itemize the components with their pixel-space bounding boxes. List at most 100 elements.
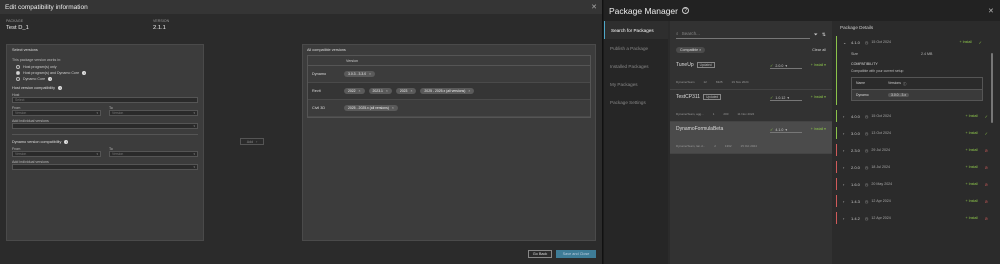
dynamo-individual-select[interactable]: ▾	[12, 163, 198, 170]
version-chip: 2025 - 2025.x (all versions) ×	[420, 88, 475, 94]
install-button[interactable]: + Install	[966, 114, 979, 118]
updated-tag: Updated	[703, 94, 722, 100]
info-icon[interactable]: i	[48, 77, 53, 81]
install-button[interactable]: + Install	[960, 40, 973, 44]
select-title: Select versions	[12, 48, 38, 52]
radio-host-only[interactable]: Host program(s) only	[16, 65, 198, 69]
remove-icon[interactable]: ×	[410, 89, 412, 93]
version-number: 2.3.0	[851, 147, 860, 153]
col-versions: Versions	[888, 81, 902, 85]
host-select[interactable]: Select	[12, 97, 198, 103]
radio-icon[interactable]	[16, 77, 20, 81]
radio-host-and-core[interactable]: Host program(s) and Dynamo Core i	[16, 71, 198, 75]
version-row[interactable]: › 4.0.0 ◷ 15 Oct 2024 + Install ✓	[836, 110, 994, 122]
search-input[interactable]: ⌕ Search...	[676, 31, 810, 39]
chevron-right-icon[interactable]: ›	[843, 199, 851, 204]
info-icon[interactable]: i	[82, 71, 87, 75]
install-button[interactable]: + Install	[966, 148, 979, 152]
version-select[interactable]: ✓ 2.0.0 ▾	[770, 63, 802, 69]
radio-icon[interactable]	[16, 71, 20, 75]
go-back-button[interactable]: Go Back	[528, 250, 552, 258]
close-icon[interactable]: ✕	[988, 7, 995, 15]
dynamo-to-select[interactable]: Version ▾	[109, 150, 198, 157]
package-item[interactable]: TestCP311 Updated ✓ 1.0.12 ▾ + Install ▾ Dy…	[670, 90, 832, 122]
scrollbar[interactable]	[991, 53, 993, 123]
radio-core-only[interactable]: Dynamo Core i	[16, 77, 198, 81]
filter-icon[interactable]: ⏷	[814, 32, 818, 38]
version-row[interactable]: › 2.3.0 ◷ 29 Jul 2024 + Install ⊘	[836, 144, 994, 156]
sort-icon[interactable]: ⇅	[822, 32, 826, 38]
install-label: Install	[968, 199, 978, 203]
version-chip: 2023.1 ×	[368, 88, 392, 94]
nav-search-packages[interactable]: Search for Packages	[604, 21, 668, 39]
chevron-right-icon[interactable]: ›	[843, 216, 851, 221]
chevron-down-icon: ▾	[193, 164, 195, 169]
nav-installed-packages[interactable]: Installed Packages	[604, 57, 668, 75]
install-button[interactable]: + Install	[966, 131, 979, 135]
version-row[interactable]: › 1.6.0 ◷ 20 May 2024 + Install ⊘	[836, 178, 994, 190]
close-icon[interactable]: ✕	[591, 3, 597, 11]
version-select[interactable]: ✓ 4.1.0 ▾	[770, 127, 802, 133]
host-compat-text: Host version compatibility	[12, 86, 56, 90]
filter-chip[interactable]: Compatible ×	[676, 47, 706, 53]
info-icon[interactable]: ⓘ	[903, 81, 906, 86]
install-button[interactable]: + Install	[966, 216, 979, 220]
install-label: Install	[968, 148, 978, 152]
placeholder: Version	[112, 111, 124, 115]
chevron-right-icon[interactable]: ›	[843, 182, 851, 187]
host-to-select[interactable]: Version ▾	[109, 110, 198, 116]
chevron-right-icon[interactable]: ›	[843, 165, 851, 170]
clear-all-link[interactable]: Clear all	[812, 48, 826, 52]
install-button[interactable]: + Install ▾	[811, 95, 826, 99]
chevron-down-icon[interactable]: ⌄	[843, 40, 851, 45]
chevron-right-icon[interactable]: ›	[843, 131, 851, 136]
chevron-right-icon[interactable]: ›	[843, 114, 851, 119]
version-row[interactable]: › 3.0.0 ◷ 13 Oct 2024 + Install ✓	[836, 127, 994, 139]
all-compat-title: All compatible versions	[307, 48, 346, 52]
version-row[interactable]: › 1.4.3 ◷ 12 Apr 2024 + Install ⊘	[836, 195, 994, 207]
remove-icon[interactable]: ×	[369, 72, 371, 76]
host-placeholder: Select	[15, 98, 25, 102]
remove-icon[interactable]: ×	[386, 89, 388, 93]
install-button[interactable]: + Install ▾	[811, 127, 826, 131]
host-from-select[interactable]: Version ▾	[12, 110, 101, 116]
package-item[interactable]: TuneUp Updated ✓ 2.0.0 ▾ + Install ▾ Dynamo…	[670, 58, 832, 90]
version-row[interactable]: ⌄ 4.1.0 ◷ 15 Oct 2024 + Install ✓	[843, 36, 988, 48]
install-label: Install	[813, 127, 824, 131]
version-date: 15 Oct 2024	[871, 114, 891, 118]
compat-table: Name Versions ⓘ Dynamo 3.0.0 - 3.x	[851, 77, 983, 101]
divider	[12, 134, 198, 135]
install-button[interactable]: + Install ▾	[811, 63, 826, 67]
add-button[interactable]: Add ›	[240, 138, 264, 145]
install-button[interactable]: + Install	[966, 182, 979, 186]
install-button[interactable]: + Install	[966, 165, 979, 169]
version-select[interactable]: ✓ 1.0.12 ▾	[770, 95, 802, 101]
chip-label: 2023.1	[372, 89, 383, 93]
nav-package-settings[interactable]: Package Settings	[604, 93, 668, 111]
install-button[interactable]: + Install	[966, 199, 979, 203]
compatible-icon: ✓	[770, 63, 774, 68]
remove-icon[interactable]: ×	[392, 106, 394, 110]
chevron-right-icon: ›	[256, 139, 258, 144]
save-close-button[interactable]: Save and Close	[556, 250, 596, 258]
row-versions: 3.0.0 - 3.x	[888, 93, 910, 97]
dynamo-from-select[interactable]: Version ▾	[12, 150, 101, 157]
install-label: Install	[968, 131, 978, 135]
nav-publish-package[interactable]: Publish a Package	[604, 39, 668, 57]
host-individual-select[interactable]: ▾	[12, 123, 198, 129]
remove-icon[interactable]: ×	[359, 89, 361, 93]
version-row[interactable]: › 2.0.0 ◷ 18 Jul 2024 + Install ⊘	[836, 161, 994, 173]
help-icon[interactable]: ?	[682, 7, 689, 14]
placeholder: Version	[112, 151, 124, 156]
chevron-down-icon: ▾	[193, 151, 195, 156]
package-item-selected[interactable]: DynamoFormulaBeta ✓ 4.1.0 ▾ + Install ▾ Dy…	[670, 122, 832, 154]
package-meta: PACKAGE Test D_1	[6, 19, 29, 31]
nav-my-packages[interactable]: My Packages	[604, 75, 668, 93]
info-icon[interactable]: i	[58, 86, 63, 90]
remove-icon[interactable]: ×	[468, 89, 470, 93]
select-versions-panel: Select versions This package version wor…	[6, 44, 204, 241]
search-row: ⌕ Search... ⏷ ⇅	[670, 21, 832, 42]
version-row[interactable]: › 1.4.2 ◷ 12 Apr 2024 + Install ⊘	[836, 212, 994, 224]
chevron-right-icon[interactable]: ›	[843, 148, 851, 153]
radio-icon[interactable]	[16, 65, 20, 69]
